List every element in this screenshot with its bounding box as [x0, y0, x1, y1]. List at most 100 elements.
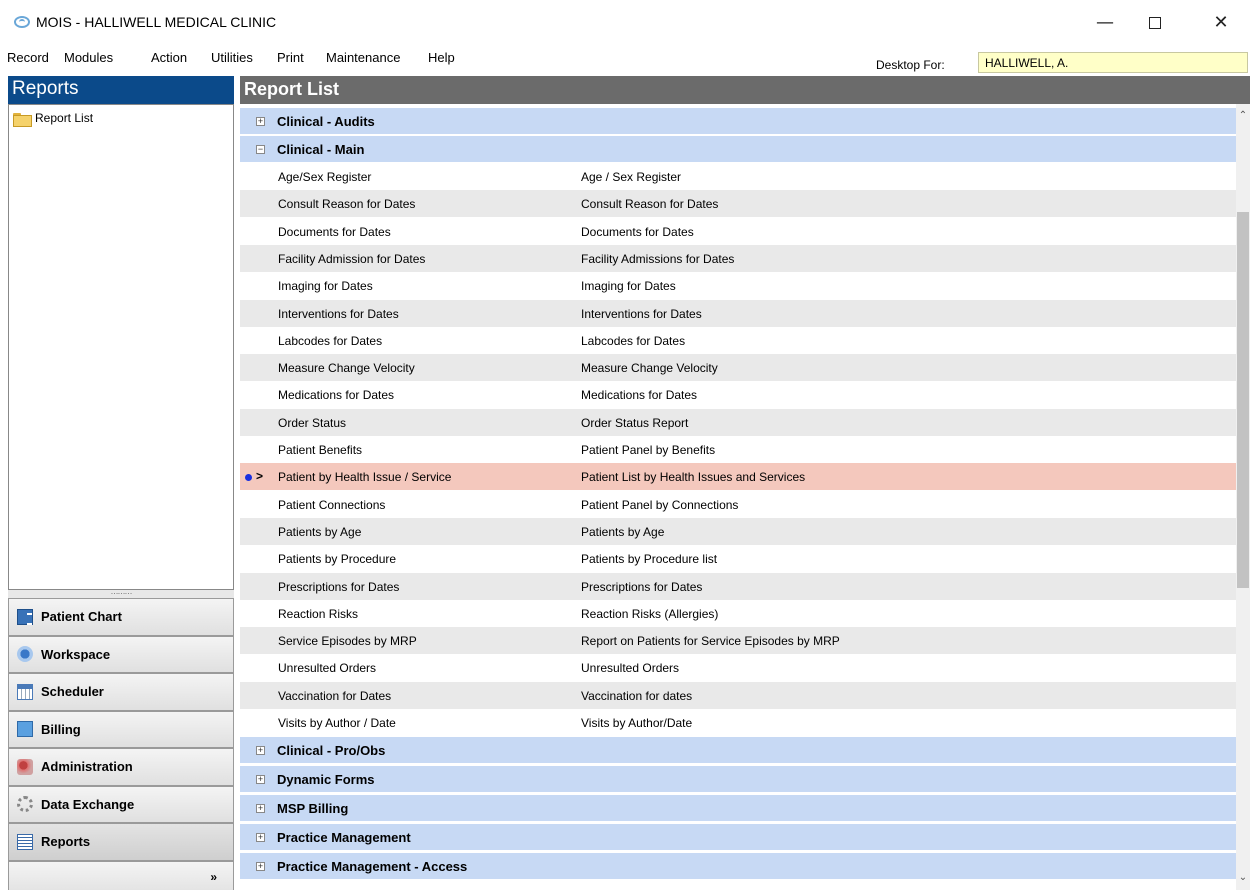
- report-name: Prescriptions for Dates: [278, 579, 400, 594]
- group-row[interactable]: + Practice Management - Access: [240, 852, 1236, 880]
- scroll-up-icon[interactable]: ⌃: [1236, 110, 1250, 124]
- expand-icon[interactable]: +: [256, 833, 265, 843]
- desktop-for-field[interactable]: HALLIWELL, A.: [978, 52, 1248, 73]
- report-row[interactable]: Medications for Dates Medications for Dat…: [240, 381, 1236, 409]
- report-row[interactable]: Patient Connections Patient Panel by Conn…: [240, 490, 1236, 518]
- report-row[interactable]: Visits by Author / Date Visits by Author/…: [240, 709, 1236, 736]
- nav-patient-chart[interactable]: Patient Chart: [8, 598, 234, 636]
- reports-icon: [17, 833, 33, 850]
- panel-splitter[interactable]: ………: [8, 588, 234, 598]
- maximize-button[interactable]: [1132, 8, 1178, 38]
- menu-action[interactable]: Action: [151, 50, 187, 65]
- expand-icon[interactable]: +: [256, 117, 265, 126]
- report-description: Patients by Procedure list: [581, 552, 718, 567]
- nav-scheduler[interactable]: Scheduler: [8, 673, 234, 711]
- report-row[interactable]: Measure Change Velocity Measure Change Ve…: [240, 354, 1236, 382]
- tree-item-report-list[interactable]: Report List: [13, 111, 94, 127]
- report-name: Age/Sex Register: [278, 170, 372, 184]
- nav-workspace[interactable]: Workspace: [8, 635, 234, 673]
- nav-data-exchange[interactable]: Data Exchange: [8, 785, 234, 823]
- tree-item-label: Report List: [35, 111, 94, 125]
- scheduler-icon: [17, 683, 33, 700]
- menu-utilities[interactable]: Utilities: [211, 50, 253, 65]
- group-label: Clinical - Audits: [277, 114, 375, 129]
- group-label: MSP Billing: [277, 801, 349, 817]
- menu-record[interactable]: Record: [7, 50, 49, 65]
- menu-maintenance[interactable]: Maintenance: [326, 50, 400, 65]
- app-logo-icon: [14, 16, 30, 28]
- collapse-icon[interactable]: −: [256, 145, 265, 154]
- group-row[interactable]: + Clinical - Pro/Obs: [240, 736, 1236, 764]
- report-list: + Clinical - Audits − Clinical - Main Ag…: [240, 104, 1236, 890]
- expand-icon[interactable]: +: [256, 804, 265, 814]
- maximize-icon: [1149, 17, 1161, 29]
- report-description: Medications for Dates: [581, 388, 698, 403]
- report-description: Report on Patients for Service Episodes …: [581, 634, 840, 649]
- menu-help[interactable]: Help: [428, 50, 455, 65]
- report-row[interactable]: Vaccination for Dates Vaccination for dat…: [240, 681, 1236, 709]
- report-description: Documents for Dates: [581, 224, 694, 239]
- report-description: Patients by Age: [581, 524, 665, 539]
- nav-label: Scheduler: [41, 684, 104, 700]
- group-clinical-audits[interactable]: + Clinical - Audits: [240, 107, 1236, 134]
- report-name: Consult Reason for Dates: [278, 197, 416, 212]
- report-row[interactable]: Patient Benefits Patient Panel by Benefit…: [240, 436, 1236, 463]
- report-description: Vaccination for dates: [581, 688, 693, 703]
- report-description: Patient Panel by Benefits: [581, 443, 716, 457]
- scroll-down-icon[interactable]: ⌄: [1236, 872, 1250, 886]
- report-name: Patient Connections: [278, 497, 386, 512]
- menu-print[interactable]: Print: [277, 50, 304, 65]
- report-row[interactable]: Patients by Age Patients by Age: [240, 517, 1236, 545]
- report-name: Patient Benefits: [278, 443, 363, 457]
- nav-footer: »: [8, 860, 234, 890]
- report-row[interactable]: Facility Admission for Dates Facility Adm…: [240, 244, 1236, 272]
- group-row[interactable]: + MSP Billing: [240, 794, 1236, 822]
- group-row[interactable]: + Practice Management: [240, 823, 1236, 851]
- current-row-arrow-icon: >: [256, 469, 264, 484]
- minimize-button[interactable]: —: [1082, 8, 1128, 38]
- report-row[interactable]: Service Episodes by MRP Report on Patient…: [240, 627, 1236, 655]
- expand-nav-chevron-icon[interactable]: »: [210, 870, 217, 884]
- group-row[interactable]: + Dynamic Forms: [240, 765, 1236, 793]
- expand-icon[interactable]: +: [256, 862, 265, 872]
- report-row[interactable]: Order Status Order Status Report: [240, 408, 1236, 436]
- report-row[interactable]: Reaction Risks Reaction Risks (Allergies): [240, 599, 1236, 627]
- report-row[interactable]: Imaging for Dates Imaging for Dates: [240, 272, 1236, 300]
- group-label: Clinical - Pro/Obs: [277, 743, 386, 759]
- report-description: Unresulted Orders: [581, 661, 680, 676]
- selected-dot-icon: [245, 474, 252, 482]
- group-label: Practice Management: [277, 830, 411, 846]
- report-row[interactable]: Patients by Procedure Patients by Procedu…: [240, 545, 1236, 573]
- expand-icon[interactable]: +: [256, 746, 265, 756]
- report-name: Medications for Dates: [278, 388, 395, 403]
- scroll-thumb[interactable]: [1237, 212, 1249, 588]
- report-tree: Report List: [8, 104, 234, 590]
- report-row[interactable]: Age/Sex Register Age / Sex Register: [240, 163, 1236, 190]
- vertical-scrollbar[interactable]: ⌃ ⌄: [1236, 104, 1250, 890]
- group-label: Practice Management - Access: [277, 859, 468, 875]
- nav-label: Data Exchange: [41, 796, 135, 812]
- report-row-selected[interactable]: > Patient by Health Issue / Service Patien…: [240, 463, 1236, 491]
- close-button[interactable]: ✕: [1198, 8, 1244, 38]
- group-clinical-main[interactable]: − Clinical - Main: [240, 135, 1236, 162]
- nav-label: Billing: [41, 721, 81, 737]
- menu-modules[interactable]: Modules: [64, 50, 113, 65]
- report-row[interactable]: Labcodes for Dates Labcodes for Dates: [240, 326, 1236, 354]
- report-row[interactable]: Consult Reason for Dates Consult Reason f…: [240, 190, 1236, 218]
- report-row[interactable]: Prescriptions for Dates Prescriptions for…: [240, 572, 1236, 600]
- nav-reports[interactable]: Reports: [8, 823, 234, 861]
- report-description: Visits by Author/Date: [581, 716, 693, 730]
- report-description: Patient List by Health Issues and Servic…: [581, 470, 806, 485]
- report-name: Documents for Dates: [278, 224, 391, 239]
- report-description: Reaction Risks (Allergies): [581, 606, 719, 621]
- report-name: Visits by Author / Date: [278, 716, 396, 730]
- report-row[interactable]: Interventions for Dates Interventions for…: [240, 299, 1236, 327]
- administration-icon: [17, 758, 33, 775]
- expand-icon[interactable]: +: [256, 775, 265, 785]
- report-row[interactable]: Unresulted Orders Unresulted Orders: [240, 654, 1236, 682]
- nav-administration[interactable]: Administration: [8, 748, 234, 786]
- nav-billing[interactable]: Billing: [8, 710, 234, 748]
- nav-label: Administration: [41, 759, 133, 775]
- report-row[interactable]: Documents for Dates Documents for Dates: [240, 217, 1236, 245]
- report-name: Measure Change Velocity: [278, 361, 415, 376]
